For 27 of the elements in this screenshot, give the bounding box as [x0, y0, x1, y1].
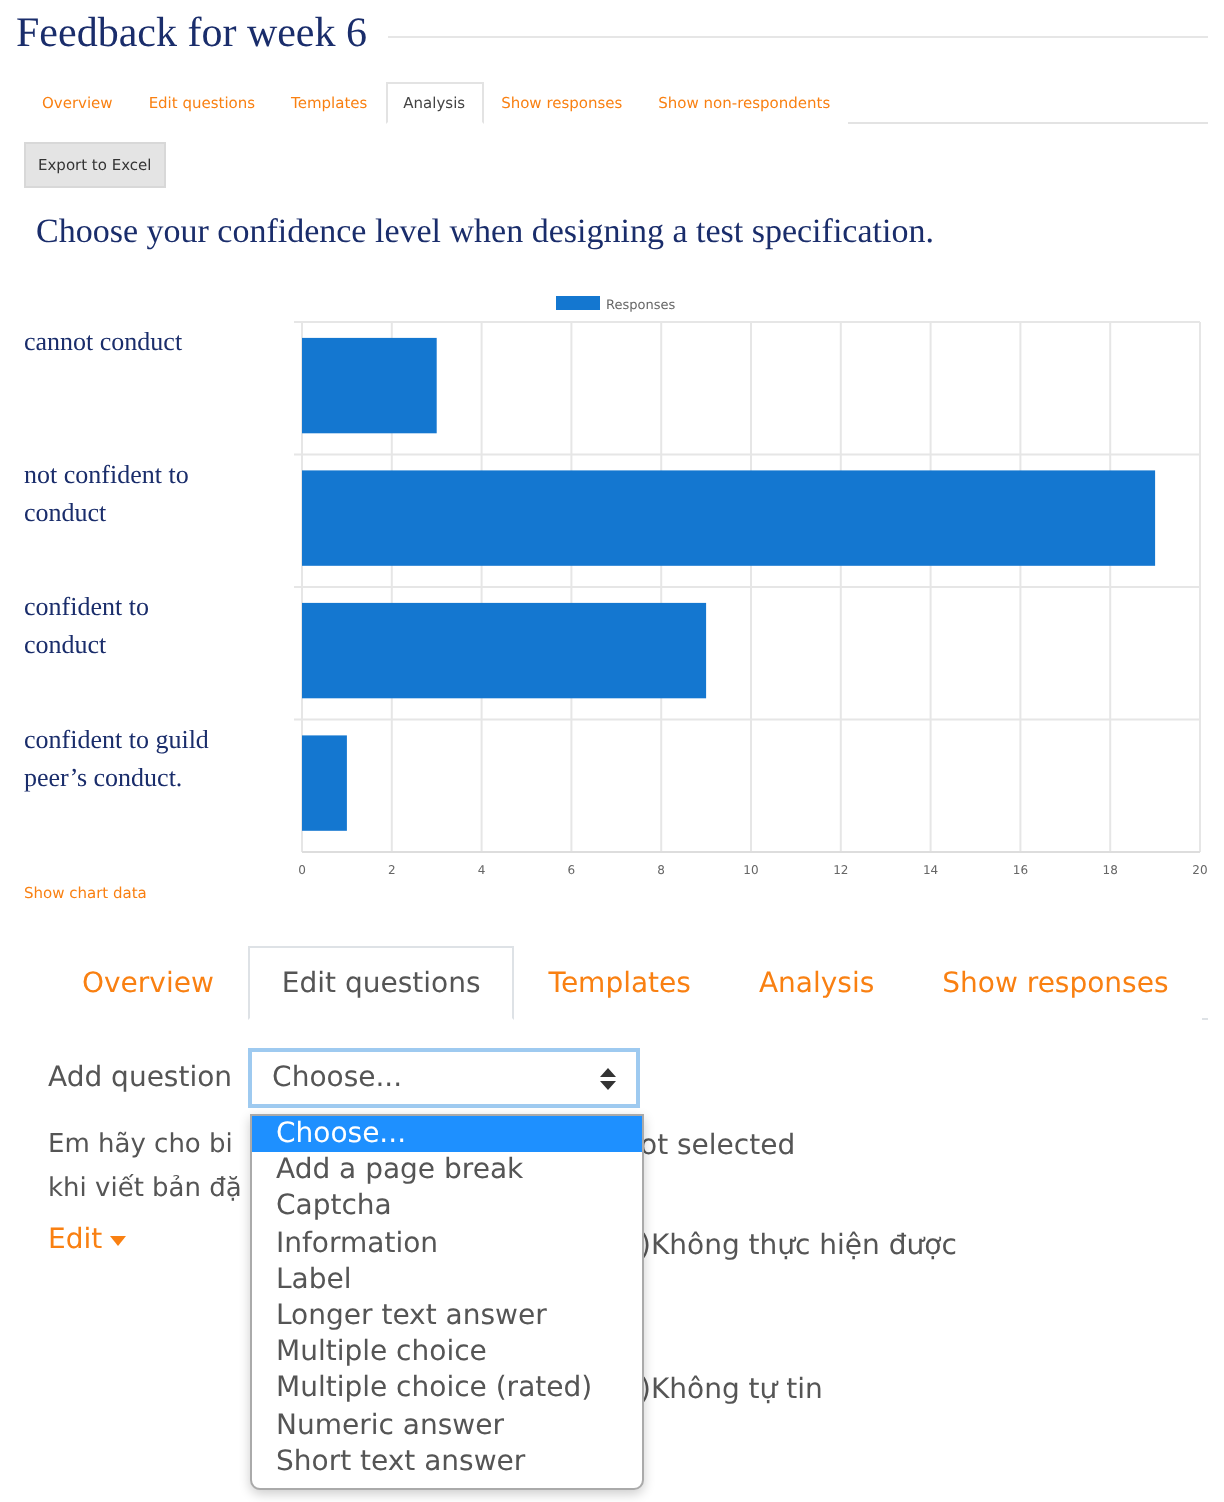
dropdown-option[interactable]: Add a page break — [252, 1152, 642, 1189]
dropdown-option[interactable]: Numeric answer — [252, 1407, 642, 1444]
caret-down-icon — [110, 1235, 127, 1245]
question-heading: Choose your confidence level when designing a test specification. — [36, 212, 936, 252]
legend-swatch — [556, 296, 600, 310]
dropdown-option[interactable]: Multiple choice (rated) — [252, 1370, 642, 1408]
bar — [302, 735, 347, 831]
category-label: confident to guild peer’s conduct. — [24, 723, 209, 792]
add-question-label: Add question — [48, 1062, 233, 1094]
question-text: Em hãy cho bi — [48, 1128, 233, 1164]
dropdown-option[interactable]: Short text answer — [252, 1443, 642, 1481]
category-label: cannot conduct — [24, 326, 183, 356]
answer-text: )Không thực hiện được — [640, 1228, 959, 1266]
page-title: Feedback for week 6 — [16, 8, 368, 58]
tab[interactable]: Edit questions — [247, 946, 515, 1020]
sort-caret-icon — [600, 1067, 617, 1089]
answer-text: )Không tự tin — [640, 1372, 825, 1410]
bar — [302, 337, 437, 434]
dropdown-option[interactable]: Information — [252, 1225, 642, 1262]
category-label: confident to conduct — [24, 591, 149, 659]
question-type-select[interactable]: Choose... — [248, 1048, 641, 1108]
dropdown-option[interactable]: Captcha — [252, 1188, 642, 1226]
dropdown-option[interactable]: Longer text answer — [252, 1298, 642, 1335]
dropdown-option[interactable]: Multiple choice — [252, 1334, 642, 1371]
dropdown-option[interactable]: Label — [252, 1261, 642, 1299]
question-text: khi viết bản đặ — [48, 1172, 242, 1208]
category-label: not confident to conduct — [24, 458, 189, 527]
